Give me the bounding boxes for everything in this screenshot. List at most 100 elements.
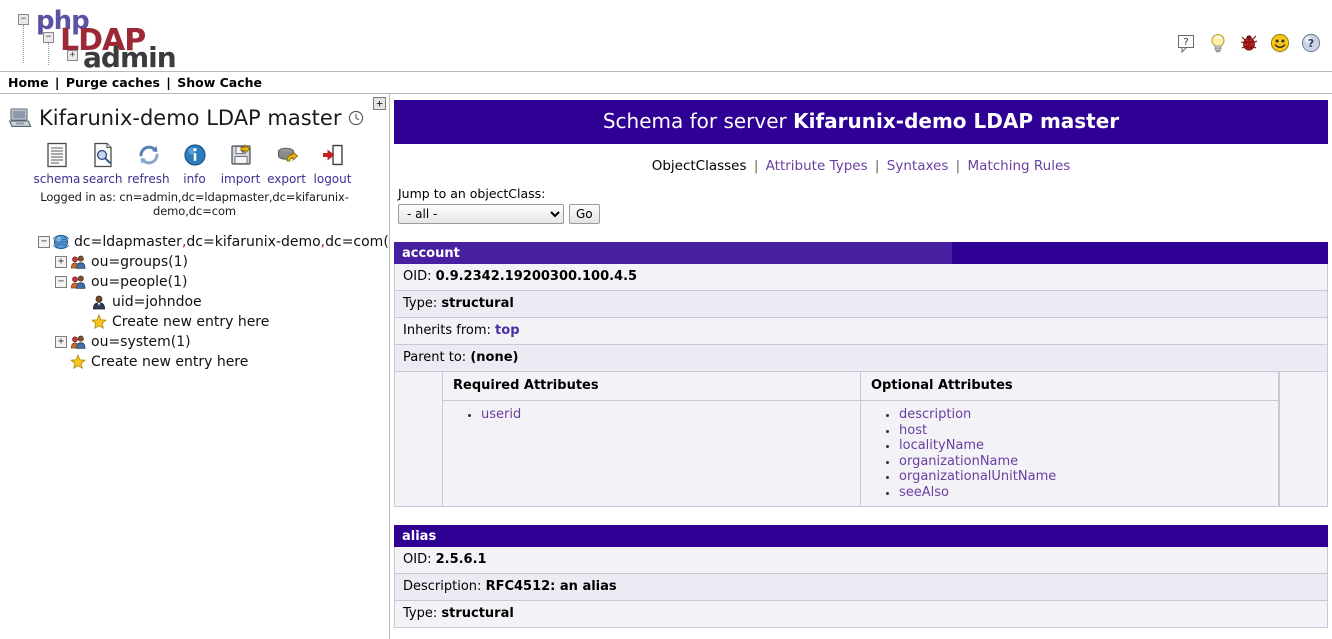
tree-node-label[interactable]: ou=groups bbox=[91, 254, 168, 270]
menu-item-home[interactable]: Home bbox=[8, 75, 49, 90]
schema-nav-attribute-types[interactable]: Attribute Types bbox=[766, 158, 868, 174]
objectclass-name: alias bbox=[402, 528, 437, 544]
tree-node-label[interactable]: uid=johndoe bbox=[112, 294, 202, 310]
logo-tree-line bbox=[23, 25, 24, 63]
nav-separator: | bbox=[753, 158, 759, 174]
tree-node[interactable]: uid=johndoe bbox=[0, 292, 389, 312]
tree-collapse-icon[interactable]: − bbox=[55, 276, 67, 288]
schema-nav: ObjectClasses | Attribute Types | Syntax… bbox=[394, 144, 1328, 186]
page-body: + Kifarunix-demo LDAP master schema sear… bbox=[0, 94, 1332, 639]
tree-node[interactable]: − ou=people (1) bbox=[0, 272, 389, 292]
schema-nav-matching-rules[interactable]: Matching Rules bbox=[968, 158, 1071, 174]
objectclass-detail-row: Inherits from: top bbox=[394, 318, 1328, 345]
tree-expand-icon[interactable]: + bbox=[55, 256, 67, 268]
detail-value: (none) bbox=[470, 350, 519, 365]
schema-nav-objectclasses[interactable]: ObjectClasses bbox=[652, 158, 747, 174]
objectclass-name-header: alias bbox=[394, 524, 1328, 547]
ou-group-icon bbox=[70, 255, 86, 269]
tree-node-label[interactable]: ou=system bbox=[91, 334, 171, 350]
dn-segment: dc=kifarunix-demo bbox=[186, 234, 321, 250]
sidebar-tool-info[interactable]: info bbox=[172, 140, 218, 186]
tree-node[interactable]: + ou=system (1) bbox=[0, 332, 389, 352]
sidebar-tool-search[interactable]: search bbox=[80, 140, 126, 186]
sidebar-tool-refresh[interactable]: refresh bbox=[126, 140, 172, 186]
globe-icon bbox=[53, 234, 69, 250]
bug-icon[interactable] bbox=[1238, 32, 1260, 54]
sidebar-tool-export[interactable]: export bbox=[264, 140, 310, 186]
attribute-link[interactable]: localityName bbox=[899, 438, 984, 453]
detail-value: 0.9.2342.19200300.100.4.5 bbox=[435, 269, 638, 284]
menu-separator: | bbox=[54, 75, 60, 90]
optional-attributes-header: Optional Attributes bbox=[861, 372, 1278, 401]
tree-node-icon-wrap bbox=[70, 334, 86, 350]
detail-label: Type: bbox=[403, 296, 442, 311]
required-attributes-header: Required Attributes bbox=[443, 372, 860, 401]
import-icon bbox=[218, 140, 264, 170]
detail-value: structural bbox=[441, 296, 514, 311]
sidebar-expand-button[interactable]: + bbox=[373, 97, 386, 110]
info-icon bbox=[172, 140, 218, 170]
objectclass-detail-row: Type: structural bbox=[394, 600, 1328, 628]
detail-label: Parent to: bbox=[403, 350, 471, 365]
logo-collapse-box-icon: − bbox=[18, 14, 29, 25]
smiley-icon[interactable] bbox=[1269, 32, 1291, 54]
tree-node-label[interactable]: Create new entry here bbox=[112, 314, 269, 330]
attribute-link[interactable]: organizationalUnitName bbox=[899, 469, 1056, 484]
logged-in-as: Logged in as: cn=admin,dc=ldapmaster,dc=… bbox=[40, 190, 349, 218]
objectclass-list: account OID: 0.9.2342.19200300.100.4.5 Typ… bbox=[394, 242, 1328, 628]
menu-item-purge-caches[interactable]: Purge caches bbox=[66, 75, 160, 90]
objectclass-block: account OID: 0.9.2342.19200300.100.4.5 Typ… bbox=[394, 242, 1328, 507]
menu-item-show-cache[interactable]: Show Cache bbox=[177, 75, 262, 90]
tree-node-label[interactable]: dc=ldapmaster,dc=kifarunix-demo,dc=com bbox=[74, 234, 383, 250]
sidebar-tool-label: search bbox=[82, 172, 123, 186]
app-header: − − + php LDAP admin ? ? bbox=[0, 0, 1332, 74]
tree-node-icon-wrap bbox=[70, 254, 86, 270]
logo-tree-line bbox=[48, 43, 49, 65]
dn-segment: dc=com bbox=[325, 234, 384, 250]
sidebar-tool-logout[interactable]: logout bbox=[310, 140, 356, 186]
header-icon-bar: ? ? bbox=[1176, 32, 1322, 54]
tree-node[interactable]: + ou=groups (1) bbox=[0, 252, 389, 272]
attribute-link[interactable]: organizationName bbox=[899, 454, 1018, 469]
tree-node-label[interactable]: ou=people bbox=[91, 274, 168, 290]
attribute-link[interactable]: host bbox=[899, 423, 927, 438]
tree-node[interactable]: Create new entry here bbox=[0, 312, 389, 332]
objectclass-detail-row: OID: 2.5.6.1 bbox=[394, 546, 1328, 574]
sidebar-tool-schema[interactable]: schema bbox=[34, 140, 80, 186]
attributes-table: Required Attributes userid Optional Attrib… bbox=[394, 372, 1328, 507]
tree-node-icon-wrap bbox=[70, 274, 86, 290]
server-computer-icon bbox=[8, 108, 32, 127]
objectclass-name: account bbox=[402, 246, 460, 261]
logout-icon bbox=[310, 140, 356, 170]
lightbulb-icon[interactable] bbox=[1207, 32, 1229, 54]
attribute-list-item: description bbox=[899, 407, 1278, 422]
tree-node[interactable]: Create new entry here bbox=[0, 352, 389, 372]
attribute-link[interactable]: description bbox=[899, 407, 971, 422]
help-bubble-icon[interactable]: ? bbox=[1176, 32, 1198, 54]
dn-segment: Create new entry here bbox=[91, 354, 249, 370]
attribute-list-item: organizationalUnitName bbox=[899, 469, 1278, 484]
tree-node[interactable]: − dc=ldapmaster,dc=kifarunix-demo,dc=com … bbox=[0, 232, 389, 252]
tree-expand-icon[interactable]: + bbox=[55, 336, 67, 348]
objectclass-select[interactable]: - all - bbox=[398, 204, 564, 224]
sidebar-tool-import[interactable]: import bbox=[218, 140, 264, 186]
objectclass-name-header: account bbox=[394, 242, 1328, 264]
optional-attributes-list: descriptionhostlocalityNameorganizationN… bbox=[861, 407, 1278, 500]
detail-value[interactable]: top bbox=[495, 323, 519, 338]
tree-collapse-icon[interactable]: − bbox=[38, 236, 50, 248]
clock-icon[interactable] bbox=[348, 110, 364, 126]
tree-node-count: (3) bbox=[383, 234, 389, 250]
export-icon bbox=[264, 140, 310, 170]
go-button[interactable]: Go bbox=[569, 204, 600, 224]
tree-node-icon-wrap bbox=[70, 354, 86, 370]
question-ball-icon[interactable]: ? bbox=[1300, 32, 1322, 54]
jump-label: Jump to an objectClass: bbox=[398, 186, 546, 201]
schema-nav-syntaxes[interactable]: Syntaxes bbox=[887, 158, 949, 174]
attribute-link[interactable]: userid bbox=[481, 407, 521, 422]
page-title-prefix: Schema for server bbox=[602, 109, 794, 133]
detail-value: structural bbox=[441, 605, 514, 621]
tree-node-icon-wrap bbox=[91, 314, 107, 330]
attribute-link[interactable]: seeAlso bbox=[899, 485, 949, 500]
tree-node-label[interactable]: Create new entry here bbox=[91, 354, 248, 370]
optional-attributes-column: Optional Attributes descriptionhostlocali… bbox=[861, 372, 1279, 506]
